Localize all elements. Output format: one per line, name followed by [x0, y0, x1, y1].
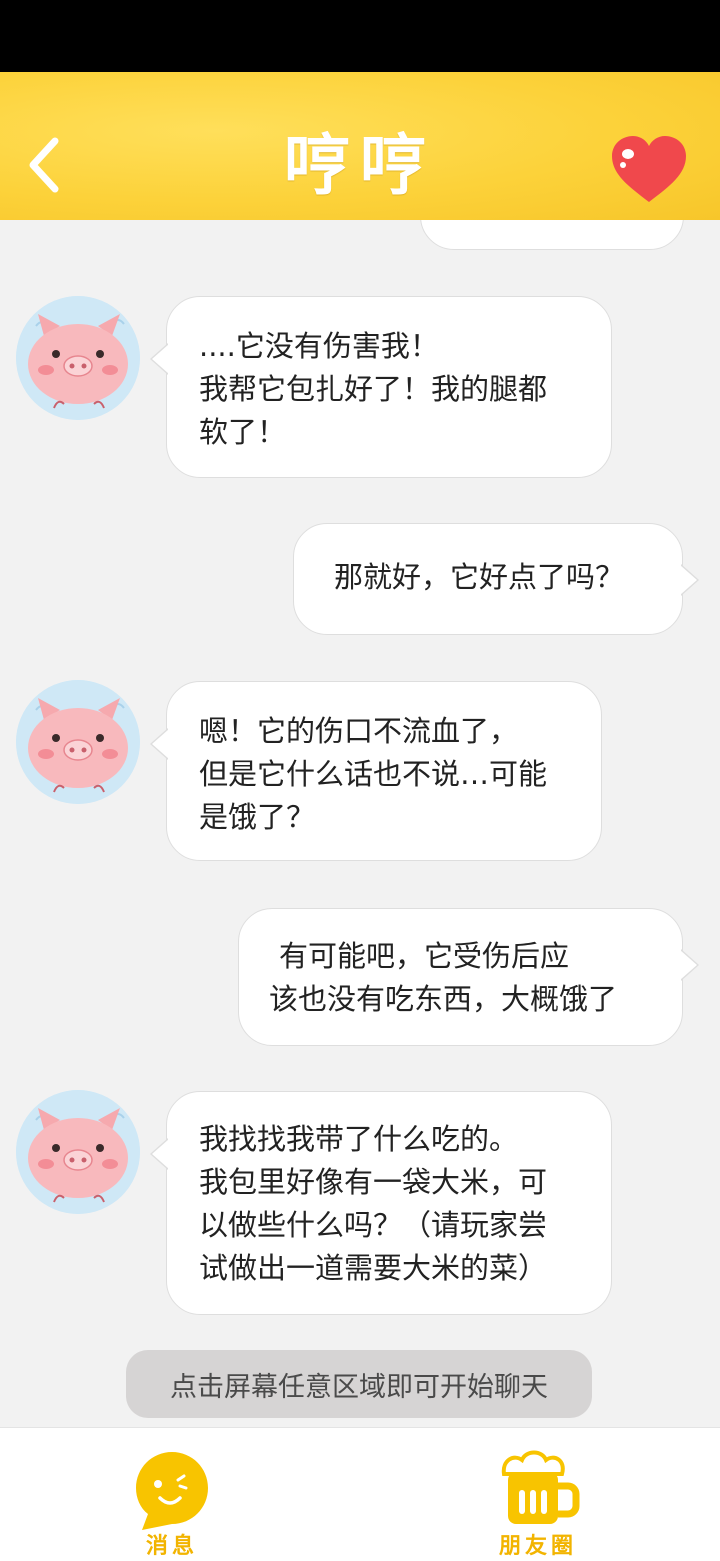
- message-text: 该也没有吃东西，大概饿了: [269, 982, 618, 1016]
- message-text: 有可能吧，它受伤后应: [279, 939, 570, 973]
- message-bubble: 那就好，它好点了吗？: [293, 523, 699, 635]
- tab-label: 消息: [145, 1534, 198, 1559]
- message-bubble: 有可能吧，它受伤后应 该也没有吃东西，大概饿了: [238, 908, 699, 1046]
- pig-avatar-icon: [16, 680, 140, 804]
- tab-moments[interactable]: 朋友圈: [478, 1428, 598, 1561]
- pig-avatar-icon: [16, 296, 140, 420]
- message-text: 我帮它包扎好了！我的腿都: [199, 372, 548, 406]
- chat-bubble-icon: [136, 1452, 208, 1530]
- message-text: 我找找我带了什么吃的。: [199, 1122, 519, 1156]
- chat-area[interactable]: ....它没有伤害我！ 我帮它包扎好了！我的腿都 软了！ 那就好，它好点了吗？ …: [0, 220, 720, 1427]
- message-text: 那就好，它好点了吗？: [334, 560, 625, 594]
- message-bubble: ....它没有伤害我！ 我帮它包扎好了！我的腿都 软了！: [150, 296, 612, 478]
- message-text: 软了！: [199, 415, 287, 449]
- heart-icon: [612, 136, 686, 202]
- message-text: 但是它什么话也不说…可能: [199, 757, 548, 791]
- message-text: 试做出一道需要大米的菜）: [199, 1251, 548, 1285]
- avatar: [16, 680, 140, 804]
- message-text: 以做些什么吗？（请玩家尝: [199, 1208, 548, 1242]
- pig-avatar-icon: [16, 1090, 140, 1214]
- message-bubble: 嗯！它的伤口不流血了， 但是它什么话也不说…可能 是饿了？: [150, 681, 602, 861]
- beer-mug-icon: [501, 1450, 580, 1524]
- avatar: [16, 296, 140, 420]
- header: 哼哼: [0, 72, 720, 220]
- bottom-tab-bar: 消息 朋友圈: [0, 1427, 720, 1561]
- message-text: 是饿了？: [199, 800, 316, 834]
- start-chat-hint[interactable]: 点击屏幕任意区域即可开始聊天: [126, 1350, 592, 1418]
- message-text: 我包里好像有一袋大米，可: [199, 1165, 548, 1199]
- favorite-button[interactable]: [608, 134, 690, 206]
- message-text: ....它没有伤害我！: [199, 329, 439, 363]
- avatar: [16, 1090, 140, 1214]
- message-bubble: 我找找我带了什么吃的。 我包里好像有一袋大米，可 以做些什么吗？（请玩家尝 试做…: [150, 1091, 612, 1315]
- status-bar: [0, 0, 720, 72]
- tab-label: 朋友圈: [498, 1534, 577, 1559]
- message-text: 嗯！它的伤口不流血了，: [199, 714, 519, 748]
- tab-messages[interactable]: 消息: [112, 1428, 232, 1561]
- message-bubble-partial: [420, 220, 684, 250]
